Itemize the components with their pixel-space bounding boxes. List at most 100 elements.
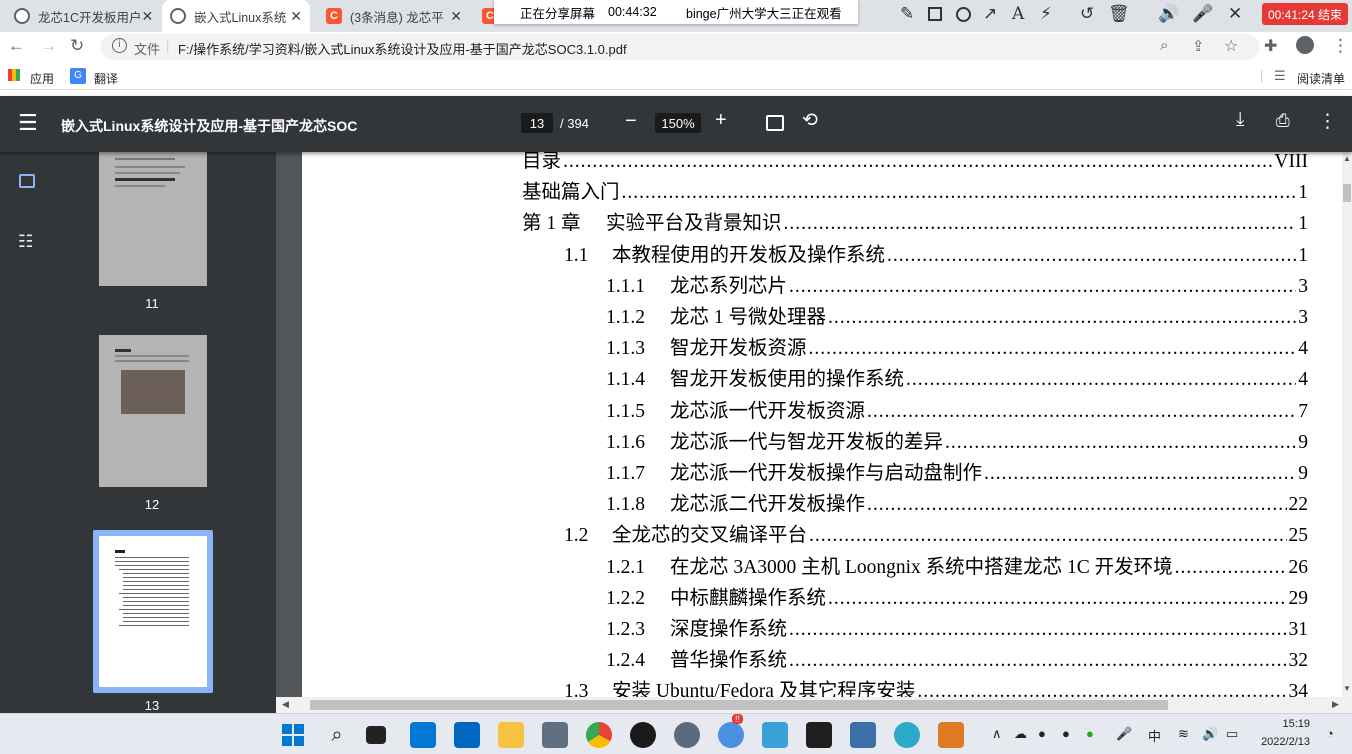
zoom-level-input[interactable]: 150% [655,113,701,133]
vertical-scrollbar[interactable]: ▲ ▼ [1342,152,1352,697]
avatar[interactable] [1296,36,1314,54]
print-icon[interactable]: ⎙ [1276,111,1290,131]
cloud-icon[interactable]: ☁ [1014,726,1027,742]
toc-entry[interactable]: 1.1.3 智龙开发板资源 4 [606,331,1308,359]
reload-icon[interactable]: ↻ [70,36,84,56]
start-icon[interactable] [280,722,306,748]
trash-icon[interactable]: 🗑 [1108,4,1130,24]
task-view-icon[interactable] [366,726,386,744]
horizontal-scrollbar[interactable]: ◀ ▶ [276,697,1352,713]
clock-date[interactable]: 2022/2/13 [1254,736,1310,748]
reading-list-icon[interactable]: ☰ [1274,68,1286,84]
notification-icon[interactable]: ◔ [1326,726,1334,741]
toc-entry[interactable]: 1.1.5 龙芯派一代开发板资源 7 [606,394,1308,422]
search-icon[interactable]: ⌕ [324,722,350,748]
toc-entry[interactable]: 1.1.1 龙芯系列芯片 3 [606,269,1308,297]
toc-entry[interactable]: 目录 VIII [522,152,1308,172]
tab-1[interactable]: 嵌入式Linux系统 ✕ [162,0,310,32]
share-icon[interactable]: ⇪ [1192,37,1205,55]
star-icon[interactable]: ☆ [1224,36,1238,56]
text-icon[interactable]: A [1012,4,1024,24]
undo-icon[interactable]: ↺ [1080,4,1094,24]
rectangle-icon[interactable] [928,7,942,21]
close-icon[interactable]: ✕ [450,8,462,25]
pencil-icon[interactable]: ✎ [900,4,914,24]
circle-icon[interactable] [956,7,971,22]
toc-entry[interactable]: 1.2 全龙芯的交叉编译平台 25 [564,518,1308,546]
zoom-out-icon[interactable]: − [625,110,637,133]
page-number-input[interactable]: 13 [521,113,553,133]
scrollbar-thumb[interactable] [1343,184,1351,202]
magic-wand-icon[interactable]: ⚡ [1040,4,1052,24]
url-box[interactable]: i 文件 | F:/操作系统/学习资料/嵌入式Linux系统设计及应用-基于国产… [100,34,1260,60]
bookmark-apps[interactable]: 应用 [30,70,54,87]
app-icon[interactable] [938,722,964,748]
toc-entry[interactable]: 基础篇入门 1 [522,175,1308,203]
menu-icon[interactable]: ⋮ [1332,36,1349,56]
battery-icon[interactable]: ▭ [1226,726,1238,742]
terminal-icon[interactable] [806,722,832,748]
toc-entry[interactable]: 1.2.1 在龙芯 3A3000 主机 Loongnix 系统中搭建龙芯 1C 开… [606,550,1308,578]
forward-icon[interactable]: → [40,36,57,56]
rotate-icon[interactable]: ⟲ [802,109,818,132]
zoom-in-icon[interactable]: + [715,109,727,132]
info-icon[interactable]: i [112,38,127,53]
qq-icon[interactable]: ● [1038,726,1046,741]
network-app-icon[interactable] [850,722,876,748]
chevron-up-icon[interactable]: ∧ [992,726,1002,742]
scrollbar-thumb[interactable] [310,700,1168,710]
app-icon[interactable] [762,722,788,748]
app-icon[interactable] [894,722,920,748]
tab-0[interactable]: 龙芯1C开发板用户 ✕ [6,0,158,32]
chrome-icon[interactable] [586,722,612,748]
explorer-icon[interactable] [498,722,524,748]
clock-time[interactable]: 15:19 [1258,718,1310,730]
close-icon[interactable]: ✕ [290,8,302,25]
fit-page-icon[interactable] [766,115,784,131]
zoom-icon[interactable]: ⌕ [1160,37,1168,54]
menu-icon[interactable]: ☰ [18,110,38,136]
toc-entry[interactable]: 1.2.4 普华操作系统 32 [606,643,1308,671]
qq-icon[interactable]: ● [1062,726,1070,741]
arrow-icon[interactable]: ↗ [983,4,997,24]
toc-entry[interactable]: 1.1.2 龙芯 1 号微处理器 3 [606,300,1308,328]
end-recording-button[interactable]: 00:41:24 结束 [1262,3,1348,25]
thumbnails-icon[interactable] [19,174,35,188]
meeting-icon[interactable]: !! [718,714,744,748]
wifi-icon[interactable]: ≋ [1178,726,1189,742]
toc-entry[interactable]: 1.1.8 龙芯派二代开发板操作 22 [606,487,1308,515]
widgets-icon[interactable] [410,722,436,748]
close-icon[interactable]: ✕ [1228,4,1242,24]
apps-icon[interactable] [8,69,20,81]
toc-entry[interactable]: 1.1.4 智龙开发板使用的操作系统 4 [606,362,1308,390]
more-icon[interactable]: ⋮ [1318,110,1337,133]
store-icon[interactable] [454,722,480,748]
app-icon[interactable] [542,722,568,748]
settings-icon[interactable] [674,722,700,748]
app-tray-icon[interactable]: ● [1086,726,1094,741]
outline-icon[interactable]: ☷ [18,232,33,252]
toc-entry[interactable]: 第 1 章 实验平台及背景知识 1 [522,206,1308,234]
url-text[interactable]: F:/操作系统/学习资料/嵌入式Linux系统设计及应用-基于国产龙芯SOC3.… [178,39,627,58]
toc-entry[interactable]: 1.1.7 龙芯派一代开发板操作与启动盘制作 9 [606,456,1308,484]
translate-icon[interactable]: G [70,68,86,84]
toc-entry[interactable]: 1.2.2 中标麒麟操作系统 29 [606,581,1308,609]
volume-icon[interactable]: 🔊 [1202,726,1218,742]
download-icon[interactable]: ⤓ [1236,109,1244,131]
bookmark-translate[interactable]: 翻译 [94,70,118,87]
ime-indicator[interactable]: 中 [1148,726,1161,745]
back-icon[interactable]: ← [8,36,25,56]
toc-entry[interactable]: 1.1.6 龙芯派一代与智龙开发板的差异 9 [606,425,1308,453]
thumbnail-page-13[interactable] [99,536,207,687]
extensions-icon[interactable]: ✚ [1264,36,1277,56]
speaker-icon[interactable]: 🔊 [1158,4,1179,24]
tab-2[interactable]: C (3条消息) 龙芯平 ✕ [318,0,470,32]
toc-entry[interactable]: 1.2.3 深度操作系统 31 [606,612,1308,640]
microphone-icon[interactable]: 🎤 [1192,4,1213,24]
close-icon[interactable]: ✕ [141,8,153,25]
thumbnail-page-12[interactable] [99,335,207,487]
app-icon[interactable] [630,722,656,748]
microphone-icon[interactable]: 🎤 [1116,726,1132,742]
thumbnail-page-11[interactable] [99,152,207,286]
toc-entry[interactable]: 1.3 安装 Ubuntu/Fedora 及其它程序安装 34 [564,674,1308,697]
